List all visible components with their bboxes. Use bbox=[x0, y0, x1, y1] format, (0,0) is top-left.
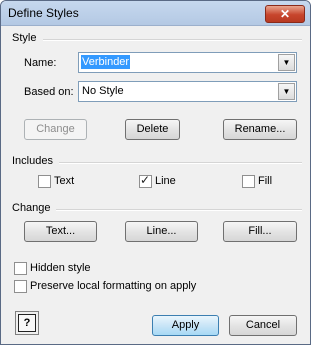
checkmark-icon: ✓ bbox=[140, 173, 151, 187]
rename-button[interactable]: Rename... bbox=[223, 119, 297, 140]
help-icon: ? bbox=[18, 314, 36, 332]
dialog-title: Define Styles bbox=[8, 6, 79, 20]
close-icon: ✕ bbox=[279, 7, 291, 21]
name-value: Verbinder bbox=[81, 55, 131, 69]
preserve-formatting-checkbox[interactable] bbox=[14, 280, 27, 293]
define-styles-dialog: Define Styles ✕ Style Name: Verbinder ▼ … bbox=[0, 0, 311, 345]
preserve-formatting-label: Preserve local formatting on apply bbox=[30, 280, 197, 292]
name-label: Name: bbox=[24, 57, 57, 69]
style-divider bbox=[43, 39, 302, 41]
chevron-down-icon[interactable]: ▼ bbox=[278, 83, 295, 100]
based-on-value: No Style bbox=[82, 85, 124, 97]
fill-checkbox[interactable] bbox=[242, 175, 255, 188]
fill-checkbox-label: Fill bbox=[258, 175, 273, 187]
fill-format-button[interactable]: Fill... bbox=[223, 221, 297, 242]
text-checkbox-label: Text bbox=[54, 175, 75, 187]
line-checkbox[interactable]: ✓ bbox=[139, 173, 152, 188]
apply-button[interactable]: Apply bbox=[152, 315, 219, 336]
text-checkbox[interactable] bbox=[38, 175, 51, 188]
delete-button[interactable]: Delete bbox=[125, 119, 180, 140]
line-format-button[interactable]: Line... bbox=[125, 221, 198, 242]
includes-section-label: Includes bbox=[12, 155, 53, 167]
text-format-button[interactable]: Text... bbox=[24, 221, 97, 242]
hidden-style-label: Hidden style bbox=[30, 262, 91, 274]
close-button[interactable]: ✕ bbox=[265, 5, 305, 23]
hidden-style-checkbox[interactable] bbox=[14, 262, 27, 275]
chevron-down-icon[interactable]: ▼ bbox=[278, 54, 295, 71]
name-combobox[interactable]: Verbinder ▼ bbox=[78, 52, 297, 73]
includes-divider bbox=[59, 162, 302, 164]
title-bar: Define Styles ✕ bbox=[1, 1, 310, 26]
based-on-combobox[interactable]: No Style ▼ bbox=[78, 81, 297, 102]
style-section-label: Style bbox=[12, 32, 37, 44]
line-checkbox-label: Line bbox=[155, 175, 176, 187]
help-button[interactable]: ? bbox=[15, 311, 39, 335]
change-section-label: Change bbox=[12, 202, 51, 214]
change-divider bbox=[56, 209, 302, 211]
based-on-label: Based on: bbox=[24, 86, 74, 98]
change-button[interactable]: Change bbox=[24, 119, 87, 140]
cancel-button[interactable]: Cancel bbox=[229, 315, 297, 336]
